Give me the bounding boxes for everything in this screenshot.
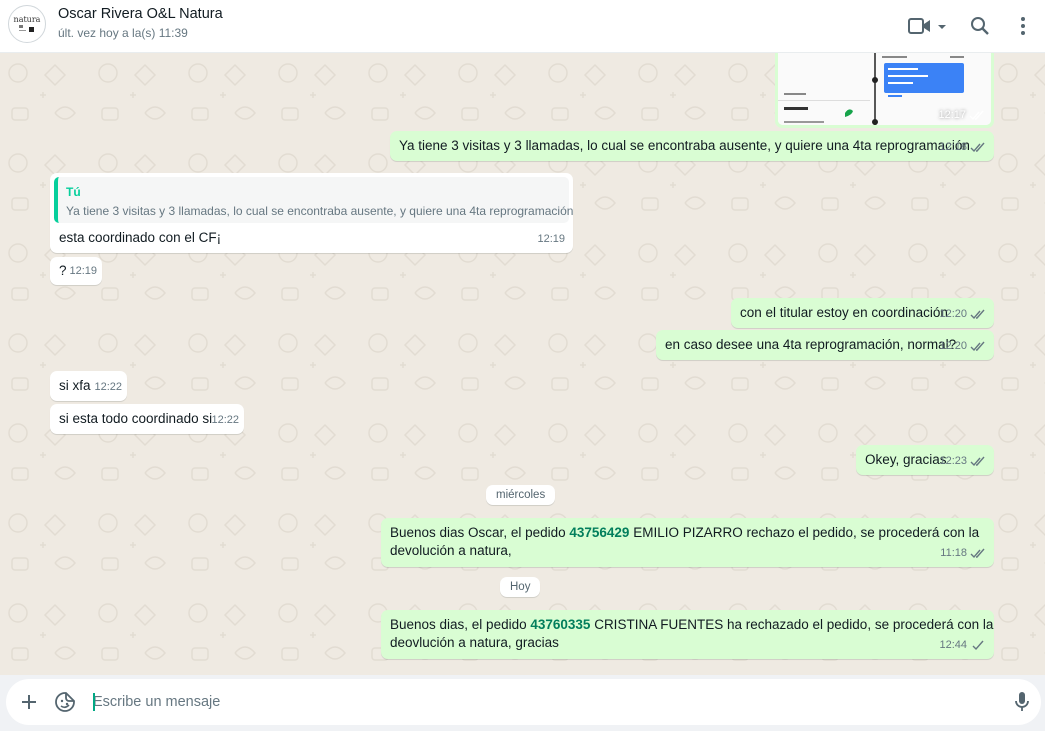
message-text: Buenos dias, el pedido 43760335 CRISTINA… — [390, 616, 993, 634]
message-composer — [0, 675, 1045, 731]
message-text: Ya tiene 3 visitas y 3 llamadas, lo cual… — [399, 138, 970, 153]
search-icon — [971, 17, 989, 35]
message-meta: 12:20 — [939, 337, 986, 355]
message-meta: 11:18 — [940, 544, 986, 562]
plus-icon — [22, 695, 36, 709]
outgoing-message[interactable]: con el titular estoy en coordinación 12:… — [731, 298, 994, 328]
image-thumbnail[interactable]: 12:17 — [778, 53, 991, 125]
double-check-icon — [970, 548, 985, 558]
message-meta: 12:44 — [939, 636, 986, 654]
date-divider: Hoy — [500, 577, 541, 597]
message-text: si esta todo coordinado si — [59, 411, 213, 426]
video-call-button[interactable] — [905, 12, 949, 40]
message-text: en caso desee una 4ta reprogramación, no… — [665, 337, 957, 352]
quoted-message[interactable]: Tú Ya tiene 3 visitas y 3 llamadas, lo c… — [54, 177, 573, 223]
message-meta: 12:18 — [939, 138, 986, 156]
avatar-logo-text: natura — [13, 14, 41, 24]
sticker-button[interactable] — [52, 689, 78, 715]
composer-box[interactable] — [6, 679, 1041, 725]
message-time: 12:44 — [939, 639, 967, 651]
message-text: ? — [59, 263, 67, 278]
incoming-message[interactable]: ? 12:19 — [50, 257, 102, 285]
avatar-logo-mark — [19, 24, 34, 32]
voice-message-button[interactable] — [1009, 689, 1035, 715]
incoming-message[interactable]: si xfa 12:22 — [50, 371, 127, 401]
message-text-start: Buenos dias, el pedido — [390, 617, 531, 632]
double-check-icon — [970, 456, 985, 466]
message-time: 12:19 — [69, 265, 97, 277]
message-time: 11:18 — [940, 547, 967, 559]
double-check-icon — [970, 142, 985, 152]
message-text: con el titular estoy en coordinación — [740, 305, 948, 320]
contact-name[interactable]: Oscar Rivera O&L Natura — [58, 6, 223, 22]
message-time: 12:17 — [938, 109, 966, 121]
message-time: 12:18 — [939, 141, 967, 153]
message-input[interactable] — [93, 691, 973, 713]
message-text-line2: deovlución a natura, gracias — [390, 635, 559, 650]
outgoing-message[interactable]: Okey, gracias 12:23 — [856, 445, 994, 475]
read-ticks-icon — [969, 110, 984, 120]
sticker-icon — [55, 692, 75, 712]
message-text: si xfa — [59, 378, 91, 393]
contact-last-seen: últ. vez hoy a la(s) 11:39 — [58, 26, 188, 40]
outgoing-message[interactable]: en caso desee una 4ta reprogramación, no… — [656, 330, 994, 360]
message-time: 12:22 — [94, 381, 122, 393]
message-meta: 12:23 — [939, 452, 986, 470]
message-meta: 12:19 — [537, 230, 565, 248]
message-text: Okey, gracias — [865, 452, 947, 467]
quoted-text: Ya tiene 3 visitas y 3 llamadas, lo cual… — [66, 204, 574, 218]
menu-button[interactable] — [1009, 12, 1037, 40]
message-text: Buenos dias Oscar, el pedido 43756429 EM… — [390, 524, 979, 542]
chat-header[interactable]: natura Oscar Rivera O&L Natura últ. vez … — [0, 0, 1045, 53]
outgoing-message[interactable]: Ya tiene 3 visitas y 3 llamadas, lo cual… — [390, 131, 994, 161]
message-time: 12:20 — [939, 340, 967, 352]
search-button[interactable] — [966, 12, 994, 40]
quoted-author: Tú — [66, 185, 81, 199]
video-call-icon — [908, 18, 946, 34]
message-text-line2: devolución a natura, — [390, 543, 512, 558]
order-number: 43756429 — [569, 525, 630, 540]
single-check-icon — [972, 640, 984, 650]
image-message-meta: 12:17 — [938, 109, 985, 121]
message-meta: 12:20 — [939, 305, 986, 323]
image-message[interactable]: 12:17 — [775, 53, 994, 128]
incoming-message[interactable]: si esta todo coordinado si 12:22 — [50, 404, 244, 434]
message-text-end: EMILIO PIZARRO rechazo el pedido, se pro… — [629, 525, 980, 540]
avatar[interactable]: natura — [8, 5, 46, 43]
order-number: 43760335 — [530, 617, 591, 632]
message-meta: 12:22 — [211, 411, 239, 429]
double-check-icon — [970, 341, 985, 351]
microphone-icon — [1015, 692, 1029, 711]
message-text-start: Buenos dias Oscar, el pedido — [390, 525, 570, 540]
attach-button[interactable] — [16, 689, 42, 715]
message-text-end: CRISTINA FUENTES ha rechazado el pedido,… — [590, 617, 994, 632]
message-time: 12:19 — [537, 233, 565, 245]
message-meta: 12:19 — [69, 262, 97, 280]
date-divider: miércoles — [486, 485, 556, 505]
menu-icon — [1021, 17, 1025, 35]
message-time: 12:22 — [211, 414, 239, 426]
message-time: 12:20 — [939, 308, 967, 320]
incoming-reply-message[interactable]: Tú Ya tiene 3 visitas y 3 llamadas, lo c… — [50, 173, 573, 253]
outgoing-message[interactable]: Buenos dias Oscar, el pedido 43756429 EM… — [381, 518, 994, 567]
outgoing-message[interactable]: Buenos dias, el pedido 43760335 CRISTINA… — [381, 610, 994, 659]
message-time: 12:23 — [939, 455, 967, 467]
message-meta: 12:22 — [94, 378, 122, 396]
double-check-icon — [970, 309, 985, 319]
text-caret — [93, 693, 95, 711]
message-text: esta coordinado con el CF¡ — [59, 230, 222, 245]
